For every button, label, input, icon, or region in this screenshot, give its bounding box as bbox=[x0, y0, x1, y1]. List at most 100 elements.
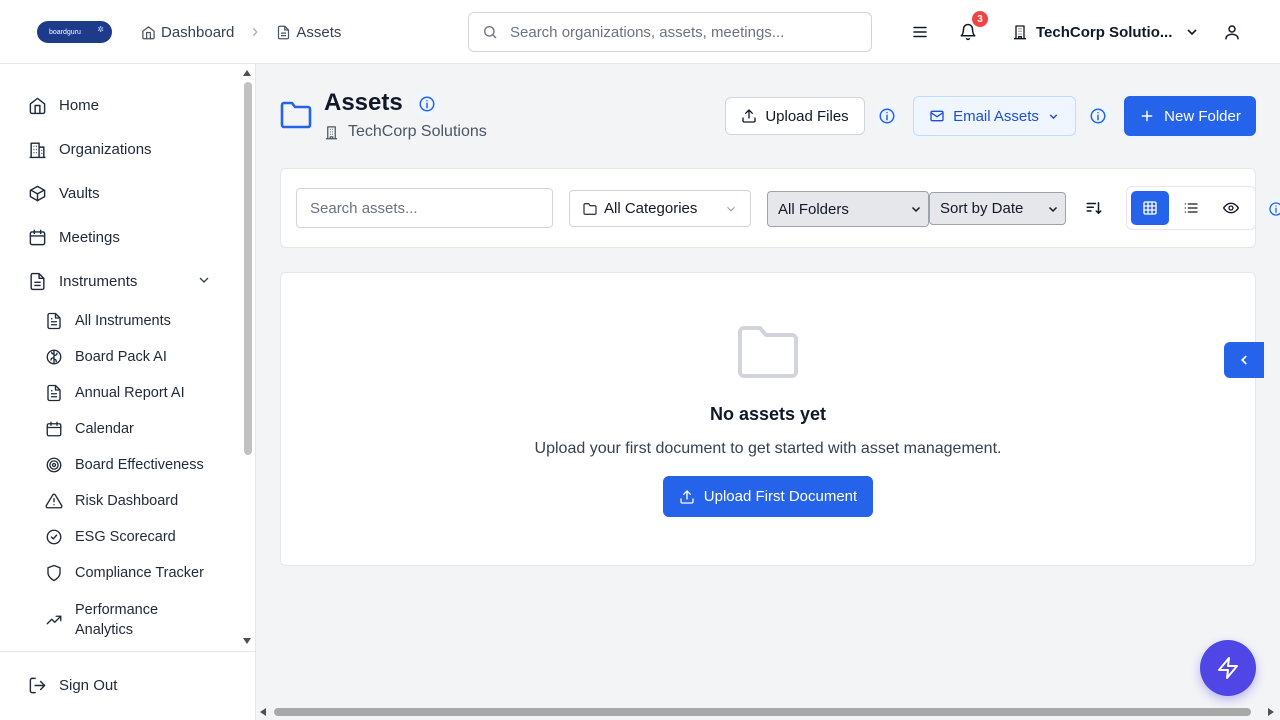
eye-icon bbox=[1223, 202, 1239, 214]
check-circle-icon bbox=[46, 529, 62, 545]
horizontal-scroll-thumb[interactable] bbox=[274, 708, 1251, 716]
sort-direction-icon[interactable] bbox=[1085, 199, 1103, 217]
sidebar-item-calendar[interactable]: Calendar bbox=[45, 420, 134, 438]
breadcrumb-assets: Assets bbox=[276, 24, 341, 41]
bell-icon bbox=[960, 23, 976, 41]
sidebar-item-annual-report-ai[interactable]: Annual Report AI bbox=[45, 384, 185, 402]
plus-icon bbox=[1141, 110, 1153, 122]
email-assets-label: Email Assets bbox=[953, 107, 1039, 125]
sidebar-item-label: Meetings bbox=[59, 229, 120, 246]
view-mode-toggle bbox=[1126, 186, 1256, 230]
sidebar-item-organizations[interactable]: Organizations bbox=[28, 140, 152, 159]
sidebar-item-compliance-tracker[interactable]: Compliance Tracker bbox=[45, 564, 204, 582]
sidebar-item-board-effectiveness[interactable]: Board Effectiveness bbox=[45, 456, 204, 474]
menu-button[interactable] bbox=[908, 20, 932, 44]
page-title: Assets bbox=[324, 89, 403, 116]
zap-icon bbox=[1218, 657, 1238, 679]
folder-icon bbox=[583, 202, 597, 215]
user-menu-button[interactable] bbox=[1220, 20, 1244, 44]
scroll-up-arrow-icon[interactable] bbox=[243, 70, 251, 76]
sidebar-item-all-instruments[interactable]: All Instruments bbox=[45, 312, 171, 330]
sidebar-item-meetings[interactable]: Meetings bbox=[28, 228, 120, 247]
folder-select[interactable]: All Folders bbox=[767, 191, 929, 227]
email-info-button[interactable] bbox=[1085, 103, 1111, 129]
sidebar-item-instruments[interactable]: Instruments bbox=[28, 272, 137, 291]
folder-value: All Folders bbox=[778, 200, 849, 218]
file-icon bbox=[278, 25, 290, 39]
org-name: TechCorp Solutio... bbox=[1036, 23, 1173, 41]
sidebar-item-label: ESG Scorecard bbox=[75, 529, 176, 545]
sidebar-item-label: Vaults bbox=[59, 185, 100, 202]
org-switcher[interactable]: TechCorp Solutio... bbox=[1012, 20, 1200, 44]
log-out-icon bbox=[29, 677, 46, 694]
chevron-down-icon bbox=[1048, 206, 1058, 213]
chevron-down-icon bbox=[727, 206, 735, 212]
breadcrumb: Dashboard Assets bbox=[141, 21, 341, 43]
sidebar-scroll-thumb[interactable] bbox=[244, 82, 252, 455]
chevron-right-icon bbox=[248, 25, 262, 39]
sort-value: Sort by Date bbox=[940, 200, 1024, 217]
sidebar-item-label: Calendar bbox=[75, 421, 134, 437]
email-assets-button[interactable]: Email Assets bbox=[913, 96, 1076, 136]
list-view-button[interactable] bbox=[1172, 191, 1210, 225]
new-folder-button[interactable]: New Folder bbox=[1124, 96, 1256, 136]
upload-icon bbox=[742, 109, 756, 123]
preview-view-button[interactable] bbox=[1212, 191, 1250, 225]
global-search-input[interactable] bbox=[510, 23, 850, 41]
view-info-button[interactable] bbox=[1264, 197, 1280, 221]
sidebar-item-vaults[interactable]: Vaults bbox=[28, 184, 100, 203]
trending-up-icon bbox=[46, 615, 62, 625]
sidebar-item-label: Instruments bbox=[59, 273, 138, 290]
home-icon bbox=[142, 25, 155, 39]
scroll-right-arrow-icon[interactable] bbox=[1268, 708, 1274, 716]
page-subtitle: TechCorp Solutions bbox=[324, 123, 487, 141]
file-icon bbox=[30, 272, 45, 291]
empty-state-title: No assets yet bbox=[709, 404, 827, 424]
sidebar-item-label: Board Pack AI bbox=[75, 349, 167, 365]
sidebar-item-label-line-1: Performance bbox=[75, 602, 159, 618]
calendar-icon bbox=[46, 421, 62, 437]
upload-icon bbox=[680, 489, 694, 504]
sidebar-item-performance-analytics[interactable]: Performance Analytics bbox=[45, 600, 158, 640]
upload-files-button[interactable]: Upload Files bbox=[725, 97, 865, 135]
upload-info-button[interactable] bbox=[874, 103, 900, 129]
alert-triangle-icon bbox=[45, 493, 63, 509]
breadcrumb-dashboard[interactable]: Dashboard bbox=[141, 24, 234, 41]
sidebar-item-home[interactable]: Home bbox=[28, 96, 99, 115]
chevron-left-icon bbox=[1241, 355, 1247, 365]
menu-icon bbox=[913, 26, 927, 38]
box-icon bbox=[29, 185, 46, 202]
folder-icon bbox=[280, 101, 312, 129]
sign-out-button[interactable]: Sign Out bbox=[28, 676, 117, 695]
building-icon bbox=[325, 125, 338, 139]
scroll-down-arrow-icon[interactable] bbox=[243, 638, 251, 644]
quick-actions-button[interactable] bbox=[1200, 640, 1256, 696]
sort-select[interactable]: Sort by Date bbox=[929, 192, 1066, 225]
sidebar-item-risk-dashboard[interactable]: Risk Dashboard bbox=[45, 492, 178, 510]
sidebar-item-board-pack-ai[interactable]: Board Pack AI bbox=[45, 348, 167, 366]
brain-icon bbox=[46, 349, 62, 365]
upload-first-document-button[interactable]: Upload First Document bbox=[663, 476, 873, 517]
app-logo[interactable]: boardguru ✲ bbox=[37, 21, 112, 43]
chevron-down-icon[interactable] bbox=[196, 272, 212, 288]
chevron-down-icon bbox=[1187, 29, 1197, 36]
new-folder-label: New Folder bbox=[1164, 107, 1241, 125]
global-search[interactable] bbox=[468, 12, 872, 52]
asset-search-input[interactable] bbox=[296, 188, 553, 228]
sidebar-item-label: All Instruments bbox=[75, 313, 171, 329]
shield-icon bbox=[47, 564, 61, 582]
chevron-down-icon bbox=[911, 206, 921, 213]
scroll-left-arrow-icon[interactable] bbox=[260, 708, 266, 716]
grid-view-button[interactable] bbox=[1131, 191, 1169, 225]
category-value: All Categories bbox=[604, 200, 698, 217]
title-info-button[interactable] bbox=[414, 91, 440, 117]
sign-out-label: Sign Out bbox=[59, 677, 118, 694]
info-icon bbox=[1090, 108, 1106, 124]
panel-toggle-button[interactable] bbox=[1224, 342, 1264, 378]
top-header: boardguru ✲ Dashboard Assets 3 TechCorp … bbox=[0, 0, 1280, 64]
sidebar-item-esg-scorecard[interactable]: ESG Scorecard bbox=[45, 528, 176, 546]
category-select[interactable]: All Categories bbox=[569, 190, 751, 227]
sidebar-item-label: Home bbox=[59, 97, 100, 114]
empty-folder-icon bbox=[738, 326, 798, 378]
building-icon bbox=[29, 142, 46, 159]
